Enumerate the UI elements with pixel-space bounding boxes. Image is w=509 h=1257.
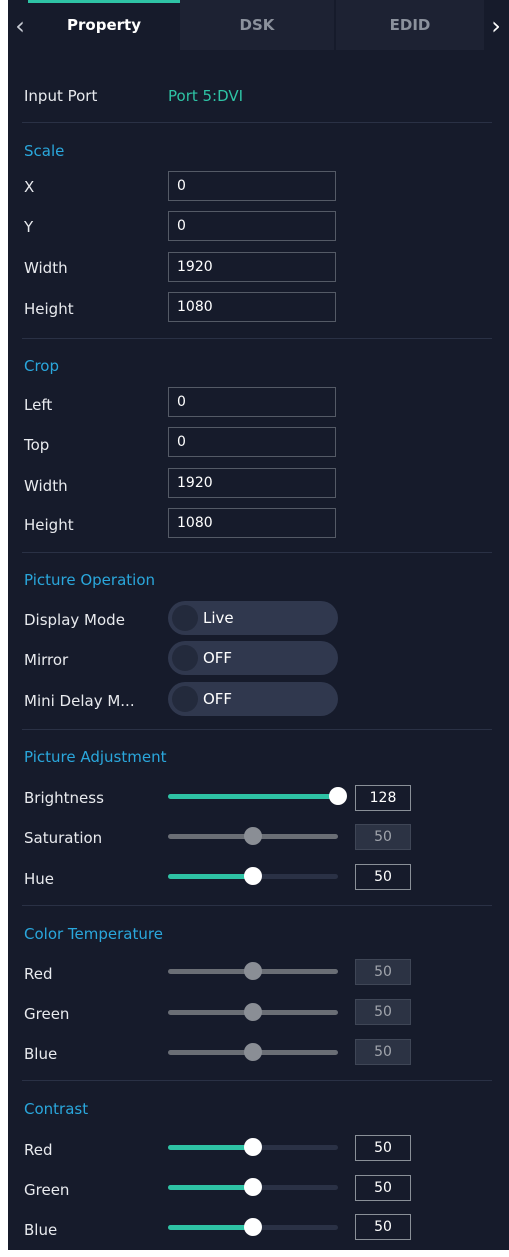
- scale-y-label: Y: [24, 218, 34, 236]
- scale-width-label: Width: [24, 259, 68, 277]
- contrast-green-value[interactable]: 50: [355, 1175, 411, 1201]
- slider-thumb[interactable]: [244, 1043, 262, 1061]
- ct-blue-value[interactable]: 50: [355, 1039, 411, 1065]
- divider: [22, 338, 492, 339]
- divider: [22, 552, 492, 553]
- slider-thumb[interactable]: [244, 1178, 262, 1196]
- display-mode-label: Display Mode: [24, 611, 125, 629]
- crop-left-label: Left: [24, 396, 53, 414]
- toggle-value: Live: [203, 609, 234, 627]
- section-title-crop: Crop: [24, 357, 60, 375]
- ct-blue-slider[interactable]: [168, 1042, 338, 1062]
- slider-thumb[interactable]: [244, 1138, 262, 1156]
- ct-red-slider[interactable]: [168, 961, 338, 981]
- divider: [22, 122, 492, 123]
- ct-green-value[interactable]: 50: [355, 999, 411, 1025]
- contrast-red-slider[interactable]: [168, 1137, 338, 1157]
- ct-red-label: Red: [24, 965, 53, 983]
- toggle-knob: [172, 605, 198, 631]
- contrast-green-slider[interactable]: [168, 1177, 338, 1197]
- tab-edid[interactable]: EDID: [336, 0, 484, 50]
- saturation-value[interactable]: 50: [355, 824, 411, 850]
- contrast-blue-value[interactable]: 50: [355, 1214, 411, 1240]
- mini-delay-label: Mini Delay M...: [24, 692, 135, 710]
- slider-fill: [168, 1145, 253, 1150]
- scale-height-label: Height: [24, 300, 74, 318]
- tab-label: DSK: [239, 16, 275, 34]
- mirror-toggle[interactable]: OFF: [168, 641, 338, 675]
- ct-red-value[interactable]: 50: [355, 959, 411, 985]
- tab-bar: ‹ Property DSK EDID ›: [8, 0, 509, 50]
- property-panel: ‹ Property DSK EDID › Input Port Port 5:…: [8, 0, 509, 1250]
- section-title-contrast: Contrast: [24, 1100, 89, 1118]
- brightness-value[interactable]: 128: [355, 785, 411, 811]
- tab-property[interactable]: Property: [28, 0, 180, 50]
- contrast-red-label: Red: [24, 1141, 53, 1159]
- crop-top-input[interactable]: [168, 427, 336, 457]
- slider-thumb[interactable]: [244, 1218, 262, 1236]
- scale-height-input[interactable]: [168, 292, 336, 322]
- scale-x-input[interactable]: [168, 171, 336, 201]
- saturation-slider[interactable]: [168, 826, 338, 846]
- scale-x-label: X: [24, 178, 35, 196]
- tab-label: Property: [67, 16, 141, 34]
- section-title-scale: Scale: [24, 142, 65, 160]
- tab-label: EDID: [389, 16, 431, 34]
- slider-thumb[interactable]: [244, 962, 262, 980]
- slider-fill: [168, 1225, 253, 1230]
- slider-fill: [168, 1185, 253, 1190]
- hue-value[interactable]: 50: [355, 864, 411, 890]
- section-title-picture-adjustment: Picture Adjustment: [24, 748, 167, 766]
- display-mode-toggle[interactable]: Live: [168, 601, 338, 635]
- toggle-knob: [172, 645, 198, 671]
- crop-top-label: Top: [24, 436, 50, 454]
- scale-y-input[interactable]: [168, 211, 336, 241]
- contrast-blue-label: Blue: [24, 1221, 58, 1239]
- active-tab-indicator: [28, 0, 180, 3]
- crop-height-label: Height: [24, 516, 74, 534]
- contrast-blue-slider[interactable]: [168, 1217, 338, 1237]
- ct-green-slider[interactable]: [168, 1002, 338, 1022]
- mirror-label: Mirror: [24, 651, 69, 669]
- divider: [22, 1080, 492, 1081]
- input-port-value: Port 5:DVI: [168, 87, 244, 105]
- toggle-knob: [172, 686, 198, 712]
- toggle-value: OFF: [203, 690, 233, 708]
- slider-thumb[interactable]: [244, 867, 262, 885]
- ct-green-label: Green: [24, 1005, 70, 1023]
- slider-fill: [168, 794, 338, 799]
- section-title-color-temperature: Color Temperature: [24, 925, 163, 943]
- scale-width-input[interactable]: [168, 252, 336, 282]
- crop-height-input[interactable]: [168, 508, 336, 538]
- ct-blue-label: Blue: [24, 1045, 58, 1063]
- crop-width-input[interactable]: [168, 468, 336, 498]
- hue-label: Hue: [24, 870, 55, 888]
- input-port-label: Input Port: [24, 87, 98, 105]
- contrast-green-label: Green: [24, 1181, 70, 1199]
- brightness-slider[interactable]: [168, 786, 347, 806]
- toggle-value: OFF: [203, 649, 233, 667]
- chevron-left-icon[interactable]: ‹: [10, 12, 30, 40]
- hue-slider[interactable]: [168, 866, 338, 886]
- slider-thumb[interactable]: [244, 1003, 262, 1021]
- slider-thumb[interactable]: [244, 827, 262, 845]
- chevron-right-icon[interactable]: ›: [486, 12, 506, 40]
- crop-left-input[interactable]: [168, 387, 336, 417]
- contrast-red-value[interactable]: 50: [355, 1135, 411, 1161]
- divider: [22, 905, 492, 906]
- tab-dsk[interactable]: DSK: [180, 0, 334, 50]
- crop-width-label: Width: [24, 477, 68, 495]
- divider: [22, 729, 492, 730]
- slider-thumb[interactable]: [329, 787, 347, 805]
- saturation-label: Saturation: [24, 829, 103, 847]
- section-title-picture-operation: Picture Operation: [24, 571, 156, 589]
- slider-fill: [168, 874, 253, 879]
- mini-delay-toggle[interactable]: OFF: [168, 682, 338, 716]
- brightness-label: Brightness: [24, 789, 104, 807]
